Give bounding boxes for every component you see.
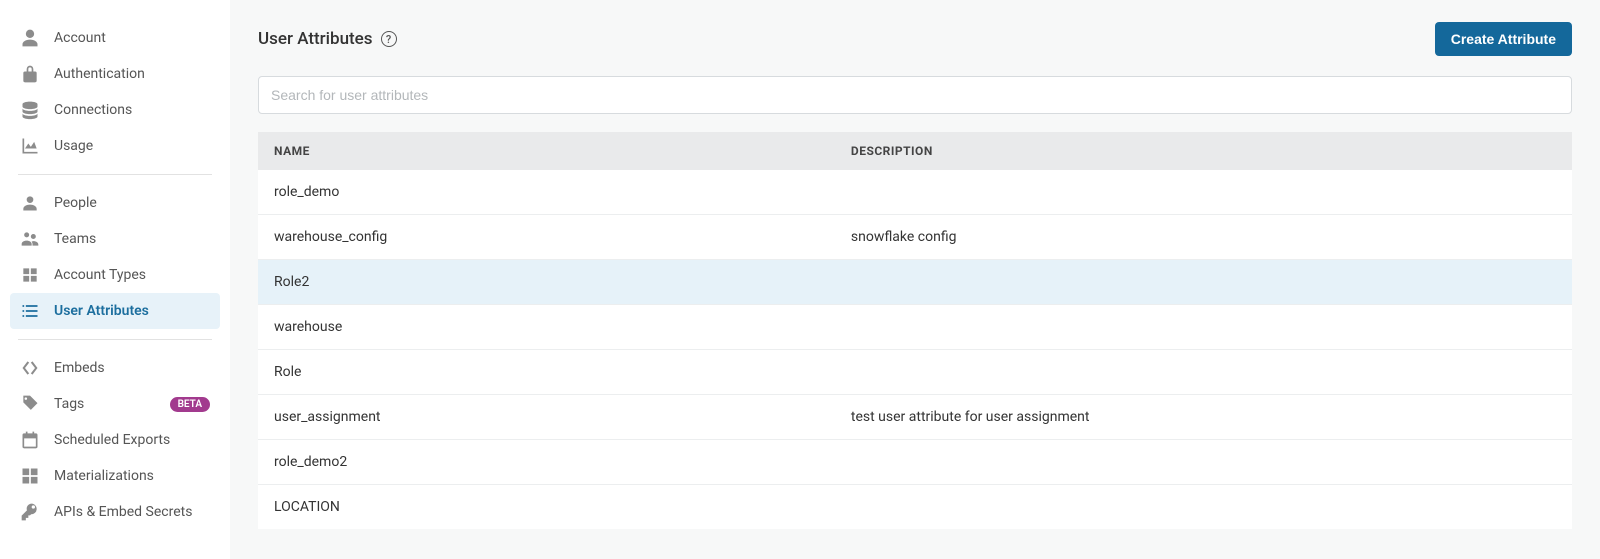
beta-badge: BETA (170, 397, 210, 412)
cell-description: test user attribute for user assignment (851, 409, 1556, 425)
sidebar-item-scheduled-exports[interactable]: Scheduled Exports (10, 422, 220, 458)
grid-icon (20, 466, 40, 486)
cell-name: Role2 (274, 274, 851, 290)
header-row: User Attributes ? Create Attribute (258, 22, 1572, 56)
cell-description (851, 184, 1556, 200)
sidebar-item-label: Connections (54, 102, 210, 118)
sidebar-item-account-types[interactable]: Account Types (10, 257, 220, 293)
sidebar-item-label: People (54, 195, 210, 211)
cell-name: Role (274, 364, 851, 380)
col-header-description: DESCRIPTION (851, 144, 1556, 158)
cell-name: user_assignment (274, 409, 851, 425)
embed-icon (20, 358, 40, 378)
sidebar: Account Authentication Connections Usage Peo… (0, 0, 230, 559)
database-icon (20, 100, 40, 120)
table-row[interactable]: role_demo2 (258, 439, 1572, 484)
table-row[interactable]: warehouse_configsnowflake config (258, 214, 1572, 259)
sidebar-item-label: APIs & Embed Secrets (54, 504, 210, 520)
sidebar-item-label: Materializations (54, 468, 210, 484)
help-icon[interactable]: ? (381, 31, 397, 47)
key-icon (20, 502, 40, 522)
sidebar-item-label: User Attributes (54, 303, 210, 319)
sidebar-item-authentication[interactable]: Authentication (10, 56, 220, 92)
col-header-name: NAME (274, 144, 851, 158)
cell-name: role_demo2 (274, 454, 851, 470)
tag-icon (20, 394, 40, 414)
cell-description (851, 454, 1556, 470)
sidebar-item-label: Account Types (54, 267, 210, 283)
sidebar-item-embeds[interactable]: Embeds (10, 350, 220, 386)
table-row[interactable]: role_demo (258, 170, 1572, 214)
lock-icon (20, 64, 40, 84)
table-row[interactable]: Role2 (258, 259, 1572, 304)
table-row[interactable]: user_assignmenttest user attribute for u… (258, 394, 1572, 439)
table-row[interactable]: Role (258, 349, 1572, 394)
list-icon (20, 301, 40, 321)
cell-name: warehouse_config (274, 229, 851, 245)
page-title-text: User Attributes (258, 29, 373, 49)
sidebar-item-connections[interactable]: Connections (10, 92, 220, 128)
sidebar-item-label: Authentication (54, 66, 210, 82)
sidebar-divider (18, 174, 212, 175)
sidebar-item-apis-embed-secrets[interactable]: APIs & Embed Secrets (10, 494, 220, 530)
cell-description (851, 319, 1556, 335)
sidebar-item-usage[interactable]: Usage (10, 128, 220, 164)
cell-description: snowflake config (851, 229, 1556, 245)
teams-icon (20, 229, 40, 249)
attributes-table: NAME DESCRIPTION role_demo warehouse_conf… (258, 132, 1572, 529)
table-row[interactable]: LOCATION (258, 484, 1572, 529)
cell-description (851, 499, 1556, 515)
account-icon (20, 28, 40, 48)
sidebar-item-people[interactable]: People (10, 185, 220, 221)
calendar-icon (20, 430, 40, 450)
cell-description (851, 274, 1556, 290)
cell-name: LOCATION (274, 499, 851, 515)
sidebar-divider (18, 339, 212, 340)
create-attribute-button[interactable]: Create Attribute (1435, 22, 1572, 56)
sidebar-item-label: Teams (54, 231, 210, 247)
cell-description (851, 364, 1556, 380)
table-row[interactable]: warehouse (258, 304, 1572, 349)
main-content: User Attributes ? Create Attribute NAME … (230, 0, 1600, 559)
sidebar-item-label: Usage (54, 138, 210, 154)
sidebar-item-label: Tags (54, 396, 170, 412)
cell-name: warehouse (274, 319, 851, 335)
cell-name: role_demo (274, 184, 851, 200)
table-header: NAME DESCRIPTION (258, 132, 1572, 170)
person-icon (20, 193, 40, 213)
sidebar-item-label: Embeds (54, 360, 210, 376)
sidebar-item-materializations[interactable]: Materializations (10, 458, 220, 494)
usage-icon (20, 136, 40, 156)
account-types-icon (20, 265, 40, 285)
sidebar-item-user-attributes[interactable]: User Attributes (10, 293, 220, 329)
sidebar-item-account[interactable]: Account (10, 20, 220, 56)
sidebar-item-tags[interactable]: TagsBETA (10, 386, 220, 422)
table-body: role_demo warehouse_configsnowflake confi… (258, 170, 1572, 529)
sidebar-item-label: Account (54, 30, 210, 46)
search-input[interactable] (258, 76, 1572, 114)
sidebar-item-label: Scheduled Exports (54, 432, 210, 448)
page-title: User Attributes ? (258, 29, 397, 49)
sidebar-item-teams[interactable]: Teams (10, 221, 220, 257)
